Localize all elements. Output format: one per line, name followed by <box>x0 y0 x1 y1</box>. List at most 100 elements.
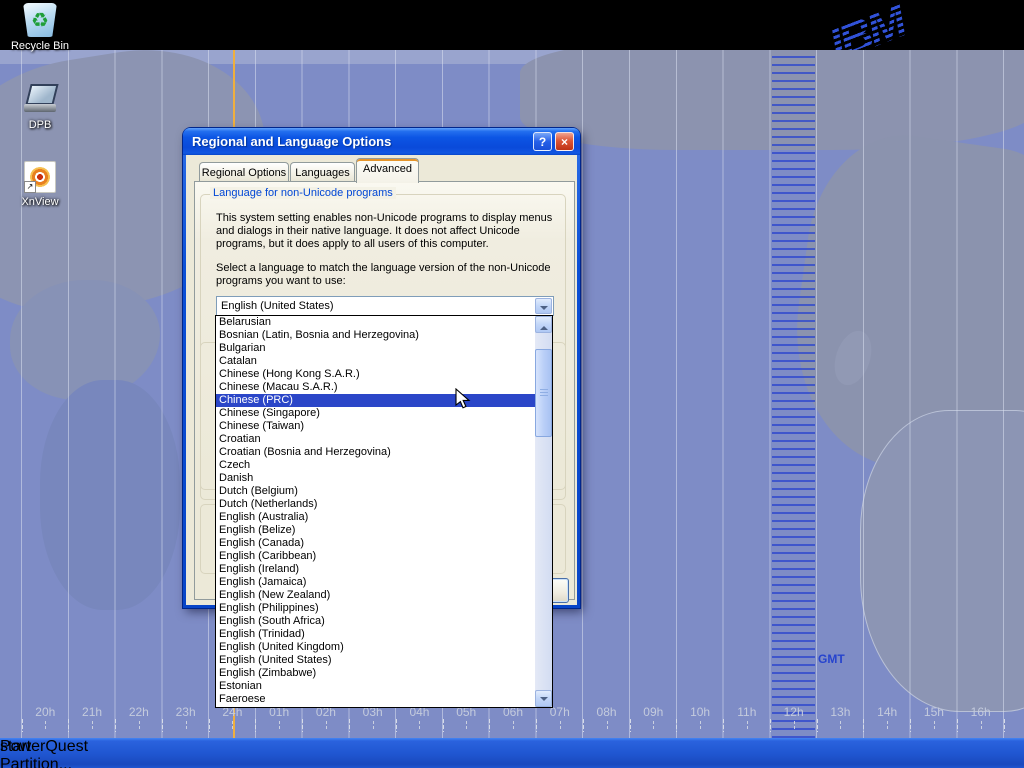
zone-boundary-tick <box>910 719 911 732</box>
language-listbox[interactable]: BelarusianBosnian (Latin, Bosnia and Her… <box>215 315 553 708</box>
language-option[interactable]: Chinese (Singapore) <box>216 407 535 420</box>
help-button[interactable]: ? <box>533 132 552 151</box>
language-option[interactable]: Bulgarian <box>216 342 535 355</box>
hour-label: 20h <box>22 705 68 719</box>
zone-boundary-tick <box>536 719 537 732</box>
hour-tick <box>186 721 187 731</box>
start-button[interactable]: start <box>0 738 100 768</box>
tab-advanced[interactable]: Advanced <box>356 158 419 183</box>
language-option[interactable]: English (New Zealand) <box>216 589 535 602</box>
language-option[interactable]: Belarusian <box>216 316 535 329</box>
language-option[interactable]: English (United Kingdom) <box>216 641 535 654</box>
zone-boundary-tick <box>302 719 303 732</box>
language-option[interactable]: Chinese (Hong Kong S.A.R.) <box>216 368 535 381</box>
hour-tick <box>700 721 701 731</box>
shortcut-arrow-icon: ↗ <box>24 181 36 193</box>
zone-boundary-tick <box>630 719 631 732</box>
desktop-icon-label: XnView <box>2 196 78 208</box>
language-option[interactable]: English (Trinidad) <box>216 628 535 641</box>
language-option[interactable]: Estonian <box>216 680 535 693</box>
hour-tick <box>419 721 420 731</box>
hour-tick <box>981 721 982 731</box>
language-option[interactable]: English (Jamaica) <box>216 576 535 589</box>
zone-boundary-tick <box>255 719 256 732</box>
zone-boundary-tick <box>676 719 677 732</box>
language-option[interactable]: Catalan <box>216 355 535 368</box>
hour-label: 11h <box>724 705 770 719</box>
language-option[interactable]: Chinese (Taiwan) <box>216 420 535 433</box>
hour-label: 14h <box>864 705 910 719</box>
start-label: start <box>0 738 31 755</box>
language-option[interactable]: Chinese (PRC) <box>216 394 535 407</box>
language-option[interactable]: English (Ireland) <box>216 563 535 576</box>
language-option[interactable]: English (Caribbean) <box>216 550 535 563</box>
non-unicode-description: This system setting enables non-Unicode … <box>216 212 554 251</box>
zone-boundary-tick <box>957 719 958 732</box>
scroll-down-button[interactable] <box>535 690 552 707</box>
language-option[interactable]: Czech <box>216 459 535 472</box>
hour-tick <box>139 721 140 731</box>
hour-tick <box>326 721 327 731</box>
tab-languages[interactable]: Languages <box>290 162 355 182</box>
scrollbar-thumb[interactable] <box>535 349 552 437</box>
hour-tick <box>92 721 93 731</box>
hour-tick <box>560 721 561 731</box>
desktop-icon-label: DPB <box>2 119 78 131</box>
desktop-icon-dpb[interactable]: DPB <box>2 82 78 131</box>
laptop-icon <box>22 82 58 116</box>
hour-label: 09h <box>630 705 676 719</box>
hour-tick <box>887 721 888 731</box>
scroll-up-button[interactable] <box>535 316 552 333</box>
hour-tick <box>747 721 748 731</box>
language-option[interactable]: English (Philippines) <box>216 602 535 615</box>
mouse-cursor <box>452 388 474 415</box>
zone-boundary-tick <box>443 719 444 732</box>
language-option[interactable]: English (South Africa) <box>216 615 535 628</box>
gmt-label: GMT <box>818 652 845 666</box>
zone-boundary-tick <box>22 719 23 732</box>
tab-regional-options[interactable]: Regional Options <box>199 162 289 182</box>
hour-label: 21h <box>69 705 115 719</box>
desktop-icon-recycle-bin[interactable]: ♻ Recycle Bin <box>2 3 78 52</box>
hour-tick <box>466 721 467 731</box>
combobox-value: English (United States) <box>221 300 334 312</box>
combobox-dropdown-button[interactable] <box>535 298 552 314</box>
xnview-app-icon: ↗ <box>24 161 56 193</box>
language-option[interactable]: English (United States) <box>216 654 535 667</box>
language-option[interactable]: Danish <box>216 472 535 485</box>
language-option[interactable]: English (Australia) <box>216 511 535 524</box>
zone-boundary-tick <box>396 719 397 732</box>
top-banner: IBM <box>0 0 1024 50</box>
language-option[interactable]: Dutch (Belgium) <box>216 485 535 498</box>
zone-boundary-tick <box>68 719 69 732</box>
desktop-icon-xnview[interactable]: ↗ XnView <box>2 161 78 208</box>
language-list-items: BelarusianBosnian (Latin, Bosnia and Her… <box>216 316 535 707</box>
zone-boundary-tick <box>863 719 864 732</box>
language-option[interactable]: Dutch (Netherlands) <box>216 498 535 511</box>
zone-boundary-tick <box>817 719 818 732</box>
dialog-titlebar[interactable]: Regional and Language Options ? × <box>183 128 580 155</box>
language-option[interactable]: Faeroese <box>216 693 535 706</box>
zone-boundary-tick <box>162 719 163 732</box>
close-button[interactable]: × <box>555 132 574 151</box>
hour-label: 16h <box>958 705 1004 719</box>
taskbar-window-buttons: PowerQuest Partition...Control PanelXnVi… <box>0 738 1024 768</box>
hour-label: 15h <box>911 705 957 719</box>
language-option[interactable]: Chinese (Macau S.A.R.) <box>216 381 535 394</box>
language-option[interactable]: Bosnian (Latin, Bosnia and Herzegovina) <box>216 329 535 342</box>
groupbox-title: Language for non-Unicode programs <box>210 187 396 199</box>
language-option[interactable]: English (Zimbabwe) <box>216 667 535 680</box>
zone-boundary-tick <box>583 719 584 732</box>
zone-boundary-tick <box>489 719 490 732</box>
language-option[interactable]: English (Belize) <box>216 524 535 537</box>
language-option[interactable]: English (Canada) <box>216 537 535 550</box>
language-option[interactable]: Croatian (Bosnia and Herzegovina) <box>216 446 535 459</box>
hour-tick <box>653 721 654 731</box>
hour-label: 23h <box>163 705 209 719</box>
hour-tick <box>840 721 841 731</box>
language-combobox[interactable]: English (United States) <box>216 296 554 316</box>
listbox-scrollbar[interactable] <box>535 316 552 707</box>
language-option[interactable]: Croatian <box>216 433 535 446</box>
zone-boundary-tick <box>349 719 350 732</box>
hour-label: 12h <box>771 705 817 719</box>
